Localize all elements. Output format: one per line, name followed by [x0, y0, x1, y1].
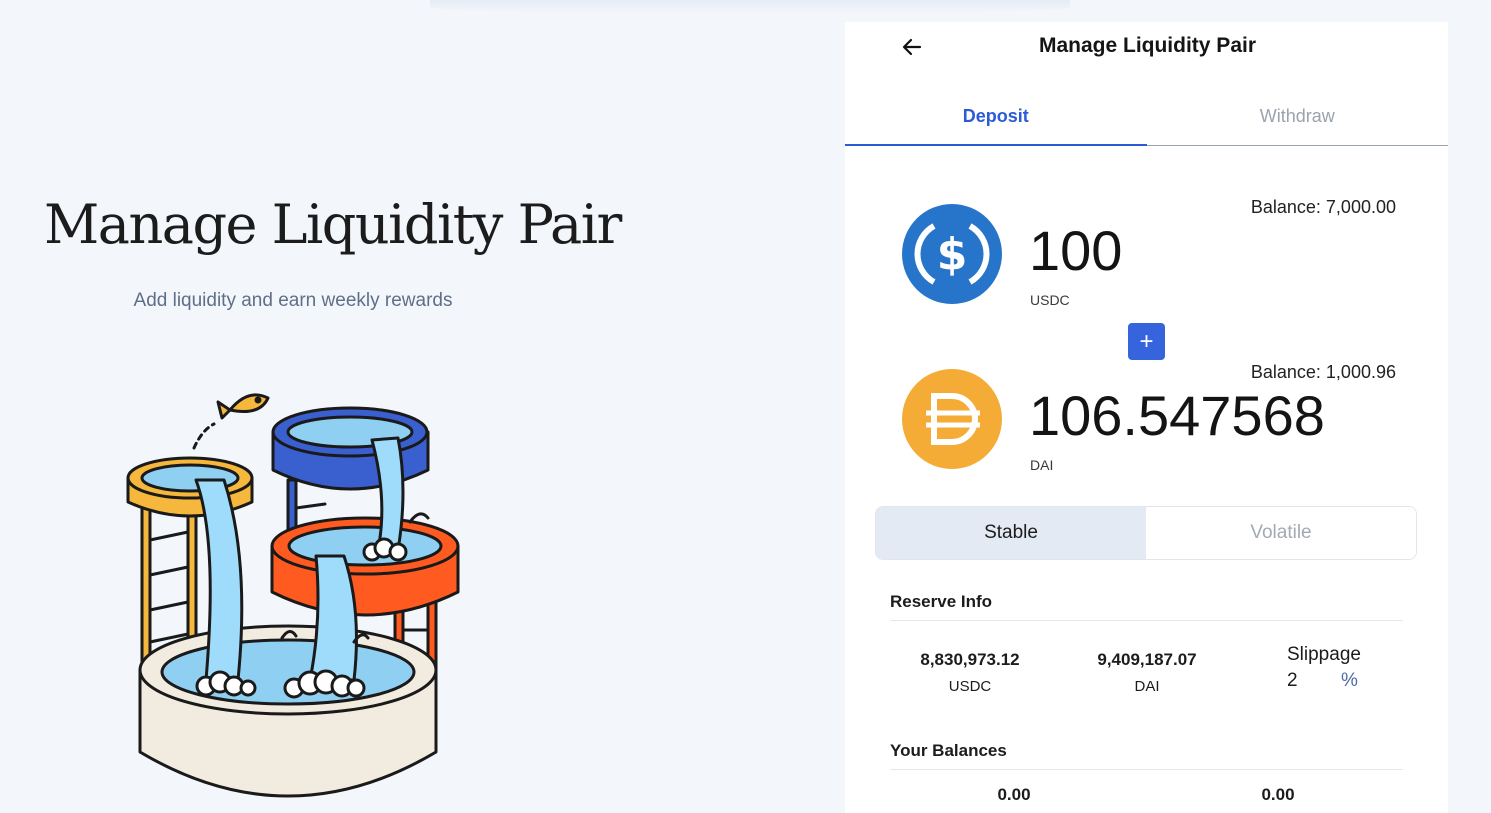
reserve-dai-value: 9,409,187.07 — [1097, 650, 1197, 669]
token-b-symbol: DAI — [1030, 457, 1054, 473]
your-balance-dai: 0.00 — [1261, 785, 1295, 804]
tab-bar: Deposit Withdraw — [845, 92, 1448, 146]
fountain-illustration — [126, 393, 460, 798]
reserve-usdc-symbol: USDC — [948, 678, 992, 695]
your-balance-usdc: 0.00 — [997, 785, 1031, 804]
token-a-balance: Balance: 7,000.00 — [1250, 197, 1396, 217]
liquidity-panel: Manage Liquidity Pair Deposit Withdraw $… — [845, 22, 1448, 813]
reserve-dai-symbol: DAI — [1134, 678, 1160, 695]
pool-type-volatile[interactable]: Volatile — [1146, 507, 1416, 559]
svg-text:$: $ — [937, 229, 968, 280]
pool-type-stable[interactable]: Stable — [876, 507, 1146, 559]
dai-icon — [902, 369, 1002, 469]
your-balances-heading: Your Balances — [890, 741, 1403, 770]
tab-deposit[interactable]: Deposit — [845, 92, 1147, 146]
hero-subtitle: Add liquidity and earn weekly rewards — [133, 290, 453, 311]
token-b-amount-input[interactable] — [1029, 383, 1409, 447]
hero-title: Manage Liquidity Pair — [44, 193, 622, 256]
plus-button[interactable]: + — [1128, 323, 1165, 360]
token-b-balance: Balance: 1,000.96 — [1250, 362, 1396, 382]
token-a-amount-input[interactable] — [1029, 218, 1409, 282]
pool-type-toggle: Stable Volatile — [875, 506, 1417, 560]
slippage-label: Slippage — [1287, 644, 1361, 665]
top-glow — [430, 0, 1070, 14]
token-a-symbol: USDC — [1030, 292, 1070, 308]
reserve-info-heading: Reserve Info — [890, 592, 1403, 621]
slippage-input[interactable] — [1287, 668, 1327, 694]
panel-title: Manage Liquidity Pair — [1038, 34, 1257, 57]
usdc-icon: $ — [902, 204, 1002, 304]
reserve-usdc-value: 8,830,973.12 — [920, 650, 1020, 669]
tab-withdraw[interactable]: Withdraw — [1147, 92, 1449, 145]
slippage-percent-unit: % — [1341, 670, 1358, 691]
